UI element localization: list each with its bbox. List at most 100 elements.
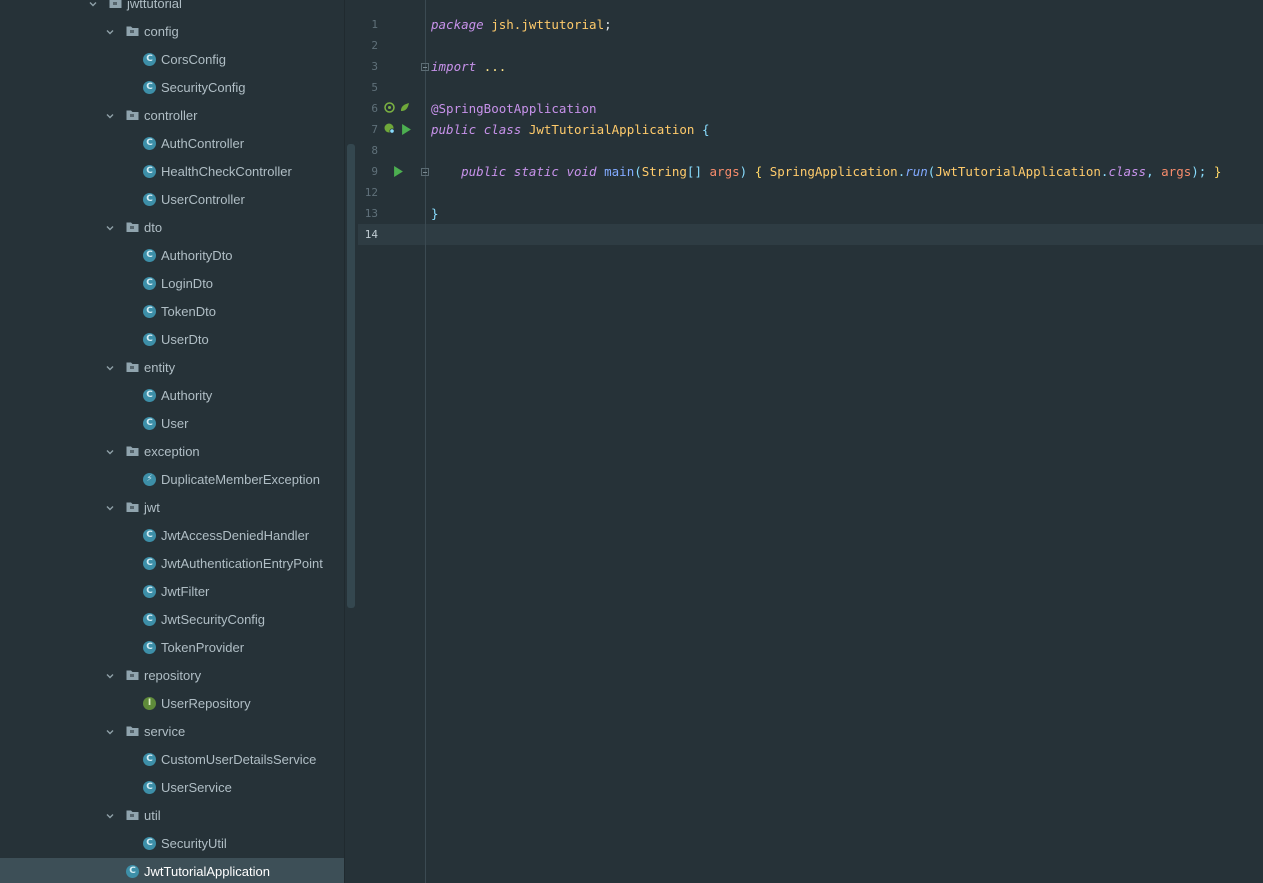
tree-file-label: TokenProvider [161, 640, 245, 655]
tree-package-label: jwttutorial [127, 0, 182, 11]
class-icon: C [143, 249, 156, 262]
tree-package-label: repository [144, 668, 202, 683]
class-icon: C [143, 165, 156, 178]
folder-icon [126, 669, 139, 681]
folded-imports[interactable]: ... [484, 59, 507, 74]
tree-file-AuthorityDto[interactable]: C AuthorityDto [0, 242, 344, 270]
tree-file-HealthCheckController[interactable]: C HealthCheckController [0, 158, 344, 186]
class-icon: C [143, 277, 156, 290]
tree-file-label: SecurityConfig [161, 80, 246, 95]
sidebar-scrollbar[interactable] [347, 144, 355, 608]
tree-file-selected[interactable]: C JwtTutorialApplication [0, 858, 344, 883]
parameter: args [1161, 164, 1192, 179]
run-icon[interactable] [401, 124, 412, 135]
tree-package-exception[interactable]: exception [0, 438, 344, 466]
tree-file-label: UserService [161, 780, 232, 795]
chevron-down-icon[interactable] [104, 362, 116, 374]
spring-bean-icon[interactable] [399, 102, 410, 113]
chevron-down-icon[interactable] [104, 810, 116, 822]
tree-package-entity[interactable]: entity [0, 354, 344, 382]
tree-file-label: AuthorityDto [161, 248, 233, 263]
spring-bean-icon[interactable] [384, 102, 395, 113]
tree-file-TokenDto[interactable]: C TokenDto [0, 298, 344, 326]
tree-package-dto[interactable]: dto [0, 214, 344, 242]
tree-file-User[interactable]: C User [0, 410, 344, 438]
class-name: JwtTutorialApplication [935, 164, 1101, 179]
keyword: public [461, 164, 507, 179]
chevron-down-icon[interactable] [104, 446, 116, 458]
chevron-down-icon[interactable] [104, 502, 116, 514]
tree-package-jwttutorial[interactable]: jwttutorial [0, 0, 344, 18]
spring-bean-icon[interactable] [384, 123, 395, 134]
tree-file-UserController[interactable]: C UserController [0, 186, 344, 214]
folder-icon [126, 501, 139, 513]
tree-file-label: UserDto [161, 332, 209, 347]
class-icon: C [143, 193, 156, 206]
tree-file-AuthController[interactable]: C AuthController [0, 130, 344, 158]
code-line: public static void main(String[] args) {… [431, 161, 1221, 182]
chevron-down-icon[interactable] [104, 222, 116, 234]
line-number: 2 [371, 39, 378, 52]
tree-file-CorsConfig[interactable]: C CorsConfig [0, 46, 344, 74]
tree-package-util[interactable]: util [0, 802, 344, 830]
tree-file-UserService[interactable]: C UserService [0, 774, 344, 802]
class-icon: C [143, 305, 156, 318]
tree-file-label: LoginDto [161, 276, 214, 291]
tree-file-JwtSecurityConfig[interactable]: C JwtSecurityConfig [0, 606, 344, 634]
tree-package-config[interactable]: config [0, 18, 344, 46]
exception-class-icon: ⚡ [143, 473, 156, 486]
project-tree: jwttutorial config C CorsConfig C SecurityCon… [0, 0, 344, 883]
punctuation: [] [686, 164, 702, 179]
chevron-down-icon[interactable] [104, 670, 116, 682]
chevron-down-icon[interactable] [104, 110, 116, 122]
folder-icon [126, 725, 139, 737]
tree-package-repository[interactable]: repository [0, 662, 344, 690]
tree-package-service[interactable]: service [0, 718, 344, 746]
tree-file-label: AuthController [161, 136, 245, 151]
brace: { [701, 122, 710, 137]
chevron-down-icon[interactable] [104, 26, 116, 38]
tree-package-label: exception [144, 444, 200, 459]
tree-file-CustomUserDetailsService[interactable]: C CustomUserDetailsService [0, 746, 344, 774]
tree-file-JwtAccessDeniedHandler[interactable]: C JwtAccessDeniedHandler [0, 522, 344, 550]
code-line: } [431, 203, 439, 224]
brace: { [754, 164, 763, 179]
run-icon[interactable] [393, 166, 404, 177]
tree-package-controller[interactable]: controller [0, 102, 344, 130]
tree-file-UserRepository[interactable]: I UserRepository [0, 690, 344, 718]
folder-icon [126, 445, 139, 457]
line-number-active: 14 [364, 228, 378, 241]
tree-file-TokenProvider[interactable]: C TokenProvider [0, 634, 344, 662]
punctuation: ) [739, 164, 748, 179]
tree-package-jwt[interactable]: jwt [0, 494, 344, 522]
fold-icon[interactable] [421, 63, 429, 71]
class-icon: C [143, 417, 156, 430]
package-name: jsh.jwttutorial [491, 17, 605, 32]
keyword: package [431, 17, 484, 32]
line-number: 6 [371, 102, 378, 115]
line-number: 9 [371, 165, 378, 178]
tree-file-label: CustomUserDetailsService [161, 752, 317, 767]
chevron-down-icon[interactable] [104, 726, 116, 738]
tree-file-DuplicateMemberException[interactable]: ⚡ DuplicateMemberException [0, 466, 344, 494]
folder-icon [126, 109, 139, 121]
tree-file-SecurityUtil[interactable]: C SecurityUtil [0, 830, 344, 858]
tree-file-JwtFilter[interactable]: C JwtFilter [0, 578, 344, 606]
keyword: class [483, 122, 522, 137]
type-name: String [641, 164, 687, 179]
spring-boot-class-icon: C [126, 865, 139, 878]
tree-file-JwtAuthenticationEntryPoint[interactable]: C JwtAuthenticationEntryPoint [0, 550, 344, 578]
keyword: class [1108, 164, 1147, 179]
chevron-down-icon[interactable] [87, 0, 99, 10]
tree-file-SecurityConfig[interactable]: C SecurityConfig [0, 74, 344, 102]
tree-file-LoginDto[interactable]: C LoginDto [0, 270, 344, 298]
interface-icon: I [143, 697, 156, 710]
class-icon: C [143, 333, 156, 346]
class-name: SpringApplication [769, 164, 898, 179]
tree-file-UserDto[interactable]: C UserDto [0, 326, 344, 354]
tree-file-label: JwtSecurityConfig [161, 612, 266, 627]
tree-package-label: service [144, 724, 186, 739]
tree-file-Authority[interactable]: C Authority [0, 382, 344, 410]
fold-icon[interactable] [421, 168, 429, 176]
line-number: 3 [371, 60, 378, 73]
